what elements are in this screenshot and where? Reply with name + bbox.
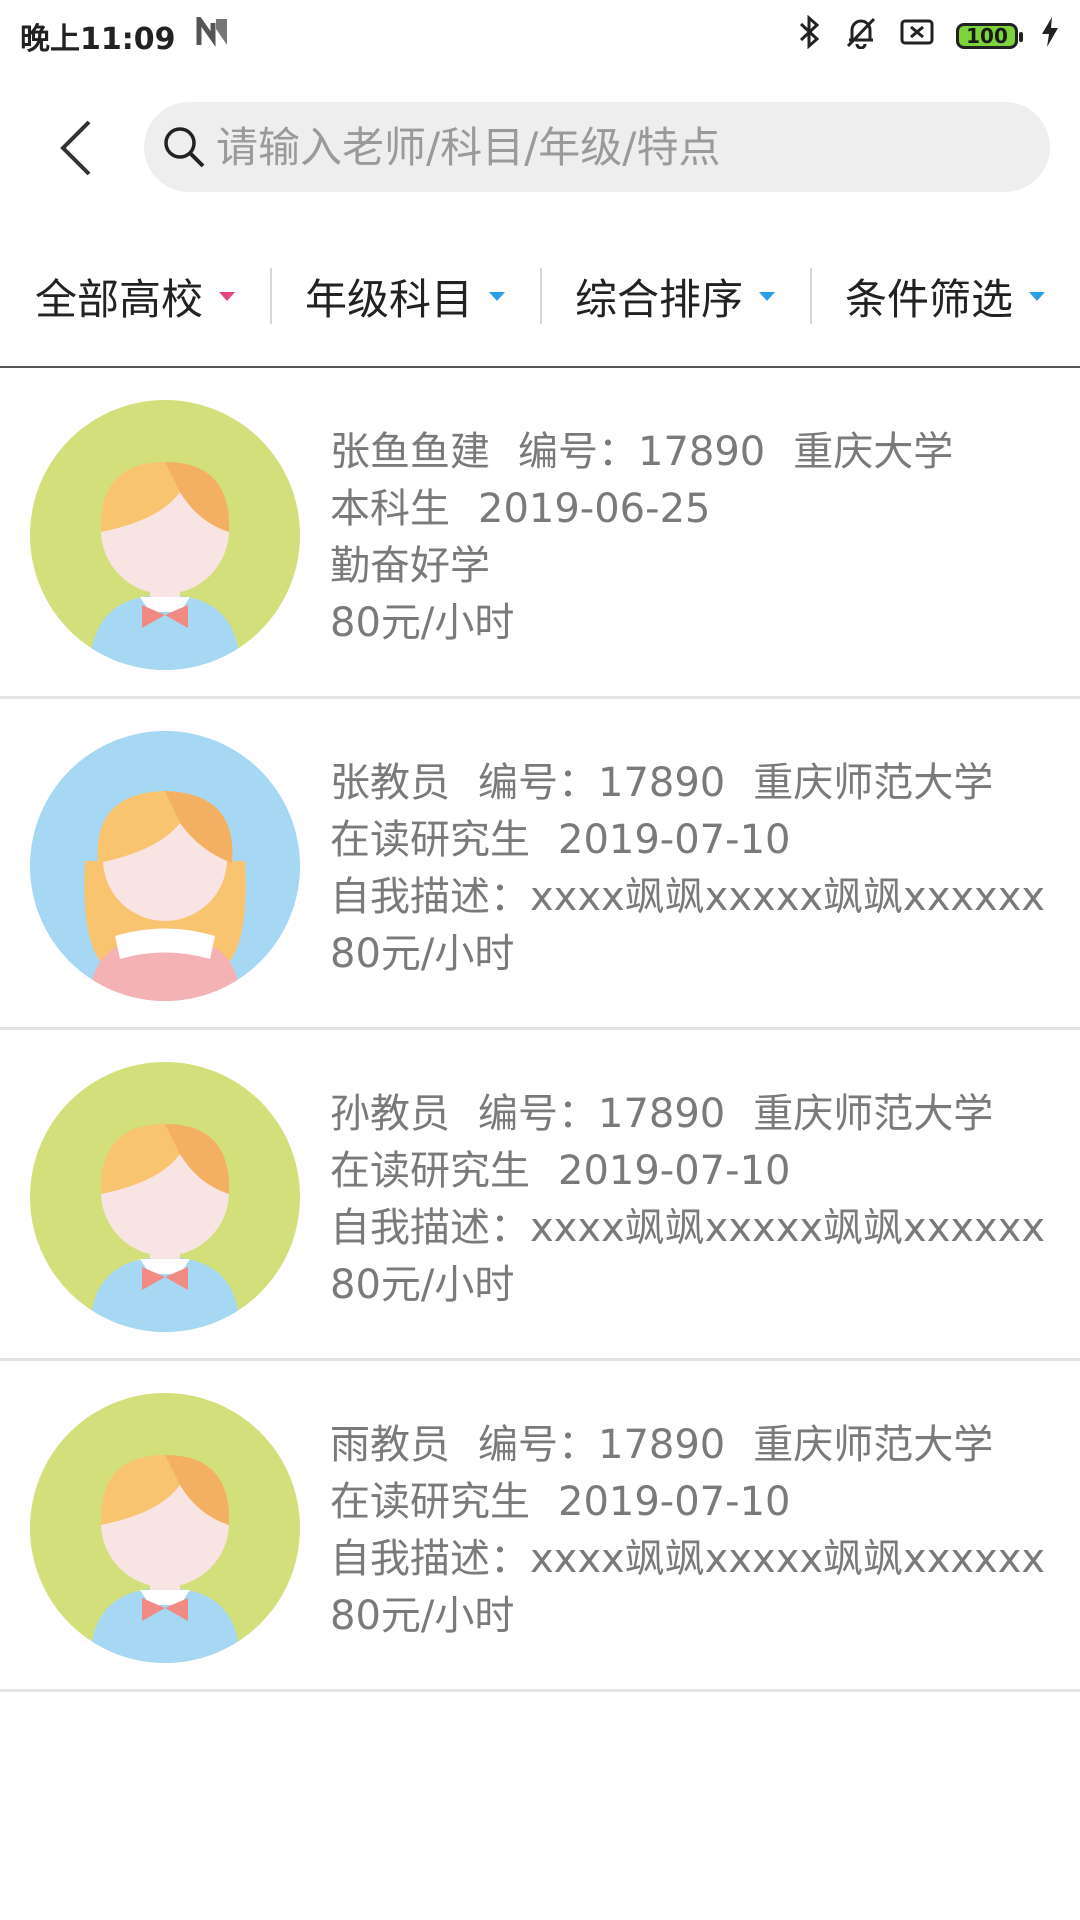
chevron-left-icon [60,120,91,176]
avatar [30,1062,300,1332]
header [0,100,1080,196]
search-box[interactable] [144,102,1050,192]
teacher-line-2: 在读研究生 2019-07-10 [330,1143,1045,1200]
mute-bell-icon [844,15,878,57]
teacher-name: 张教员 [330,760,450,806]
teacher-price: 80元/小时 [330,1262,515,1308]
teacher-desc: 自我描述：xxxx飒飒xxxxx飒飒xxxxxx [330,874,1046,920]
back-button[interactable] [40,108,110,188]
teacher-school: 重庆师范大学 [753,760,994,806]
avatar [30,731,300,1001]
teacher-card[interactable]: 张鱼鱼建 编号：17890 重庆大学 本科生 2019-06-25 勤奋好学 80元/… [0,368,1080,699]
filter-conditions[interactable]: 条件筛选 [810,250,1080,342]
teacher-info: 孙教员 编号：17890 重庆师范大学 在读研究生 2019-07-10 自我描述：x… [330,1086,1045,1314]
teacher-level: 本科生 [330,486,450,532]
teacher-info: 张教员 编号：17890 重庆师范大学 在读研究生 2019-07-10 自我描述：x… [330,755,1045,983]
filter-label: 全部高校 [34,274,203,324]
filter-sort[interactable]: 综合排序 [540,250,810,342]
teacher-level: 在读研究生 [330,1479,530,1525]
teacher-price: 80元/小时 [330,931,515,977]
teacher-id: 编号：17890 [478,1422,726,1468]
teacher-date: 2019-07-10 [558,1148,791,1194]
filter-bar: 全部高校 年级科目 综合排序 条件筛选 [0,250,1080,368]
teacher-line-1: 张教员 编号：17890 重庆师范大学 [330,755,1045,812]
teacher-school: 重庆大学 [793,429,954,475]
teacher-line-1: 雨教员 编号：17890 重庆师范大学 [330,1417,1045,1474]
teacher-name: 雨教员 [330,1422,450,1468]
teacher-school: 重庆师范大学 [753,1091,994,1137]
teacher-desc: 勤奋好学 [330,543,490,589]
n-icon [196,11,230,55]
teacher-level: 在读研究生 [330,1148,530,1194]
status-bar: 晚上11:09 100 [0,0,1080,72]
teacher-desc: 自我描述：xxxx飒飒xxxxx飒飒xxxxxx [330,1205,1046,1251]
teacher-date: 2019-06-25 [478,486,711,532]
teacher-card[interactable]: 雨教员 编号：17890 重庆师范大学 在读研究生 2019-07-10 自我描述：x… [0,1361,1080,1692]
teacher-line-2: 本科生 2019-06-25 [330,481,953,538]
teacher-school: 重庆师范大学 [753,1422,994,1468]
filter-label: 年级科目 [304,274,473,324]
teacher-date: 2019-07-10 [558,817,791,863]
avatar [30,400,300,670]
search-icon [164,127,205,168]
filter-all-universities[interactable]: 全部高校 [0,250,270,342]
bluetooth-icon [798,14,822,57]
teacher-id: 编号：17890 [518,429,766,475]
teacher-level: 在读研究生 [330,817,530,863]
teacher-date: 2019-07-10 [558,1479,791,1525]
filter-label: 条件筛选 [844,274,1013,324]
teacher-card[interactable]: 孙教员 编号：17890 重庆师范大学 在读研究生 2019-07-10 自我描述：x… [0,1030,1080,1361]
dropdown-triangle-icon [1029,291,1045,301]
teacher-desc: 自我描述：xxxx飒飒xxxxx飒飒xxxxxx [330,1536,1046,1582]
battery-level: 100 [966,24,1008,48]
sim-x-icon [900,18,934,54]
teacher-name: 孙教员 [330,1091,450,1137]
teacher-line-2: 在读研究生 2019-07-10 [330,1474,1045,1531]
teacher-id: 编号：17890 [478,760,726,806]
dropdown-triangle-icon [489,291,505,301]
search-input[interactable] [214,121,1038,173]
filter-grade-subject[interactable]: 年级科目 [270,250,540,342]
charging-icon [1040,16,1060,56]
avatar [30,1393,300,1663]
filter-label: 综合排序 [574,274,743,324]
status-time: 晚上11:09 [20,22,176,57]
teacher-price: 80元/小时 [330,600,515,646]
teacher-price: 80元/小时 [330,1593,515,1639]
teacher-card[interactable]: 张教员 编号：17890 重庆师范大学 在读研究生 2019-07-10 自我描述：x… [0,699,1080,1030]
teacher-line-1: 张鱼鱼建 编号：17890 重庆大学 [330,424,953,481]
teacher-list: 张鱼鱼建 编号：17890 重庆大学 本科生 2019-06-25 勤奋好学 80元/… [0,368,1080,1692]
teacher-name: 张鱼鱼建 [330,429,490,475]
dropdown-triangle-icon [219,291,235,301]
battery-icon: 100 [956,23,1023,49]
teacher-info: 雨教员 编号：17890 重庆师范大学 在读研究生 2019-07-10 自我描述：x… [330,1417,1045,1645]
dropdown-triangle-icon [759,291,775,301]
teacher-line-2: 在读研究生 2019-07-10 [330,812,1045,869]
teacher-info: 张鱼鱼建 编号：17890 重庆大学 本科生 2019-06-25 勤奋好学 80元/… [330,424,953,652]
teacher-line-1: 孙教员 编号：17890 重庆师范大学 [330,1086,1045,1143]
teacher-id: 编号：17890 [478,1091,726,1137]
